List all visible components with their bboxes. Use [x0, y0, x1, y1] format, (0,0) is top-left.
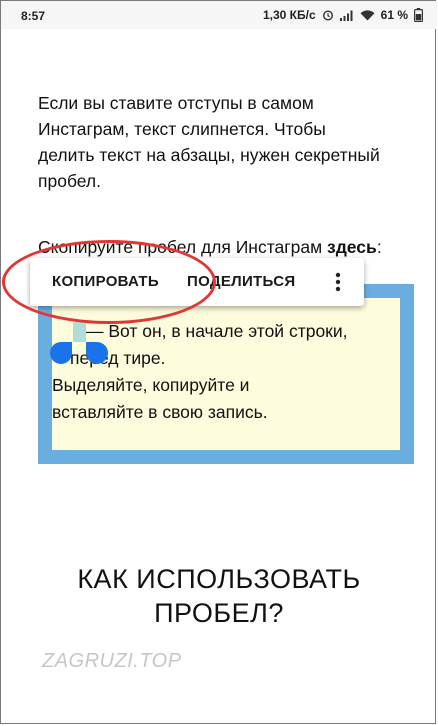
text-selection-menu: КОПИРОВАТЬ ПОДЕЛИТЬСЯ	[30, 258, 364, 306]
article-paragraph: Если вы ставите отступы в самом Инстагра…	[38, 90, 418, 194]
space-box-text[interactable]: — Вот он, в начале этой строки, перед ти…	[52, 318, 382, 426]
box-line: вставляйте в свою запись.	[52, 402, 268, 422]
box-line: — Вот он, в начале этой строки,	[86, 321, 348, 341]
copy-prompt-link[interactable]: здесь	[327, 237, 377, 257]
box-line: Выделяйте, копируйте и	[52, 375, 250, 395]
paragraph-line: Если вы ставите отступы в самом	[38, 93, 314, 113]
copy-prompt-text: Скопируйте пробел для Инстаграм	[38, 237, 327, 257]
wifi-icon	[360, 9, 375, 21]
copy-prompt-colon: :	[376, 237, 382, 257]
battery-level: 61 %	[380, 8, 408, 22]
watermark: ZAGRUZI.TOP	[42, 650, 182, 672]
status-bar: 8:57 1,30 КБ/с 61 %	[1, 1, 437, 29]
battery-icon	[414, 8, 423, 22]
copy-prompt: Скопируйте пробел для Инстаграм здесь:	[38, 234, 418, 260]
share-button[interactable]: ПОДЕЛИТЬСЯ	[187, 273, 295, 290]
alarm-icon	[322, 9, 334, 21]
signal-icon	[339, 10, 354, 21]
selection-handle-left[interactable]	[50, 342, 72, 364]
heading-line: КАК ИСПОЛЬЗОВАТЬ	[77, 564, 361, 594]
copy-button[interactable]: КОПИРОВАТЬ	[52, 273, 159, 290]
more-vertical-icon[interactable]	[326, 270, 350, 294]
text-selection-highlight[interactable]	[73, 322, 86, 342]
paragraph-line: пробел.	[38, 171, 101, 191]
status-time: 8:57	[21, 9, 46, 23]
heading-line: ПРОБЕЛ?	[154, 598, 284, 628]
paragraph-line: Инстаграм, текст слипнется. Чтобы	[38, 119, 326, 139]
network-speed: 1,30 КБ/с	[262, 8, 316, 22]
paragraph-line: делить текст на абзацы, нужен секретный	[38, 145, 380, 165]
section-heading: КАК ИСПОЛЬЗОВАТЬ ПРОБЕЛ?	[0, 562, 438, 630]
selection-handle-right[interactable]	[86, 342, 108, 364]
status-indicators: 1,30 КБ/с 61 %	[263, 8, 423, 22]
